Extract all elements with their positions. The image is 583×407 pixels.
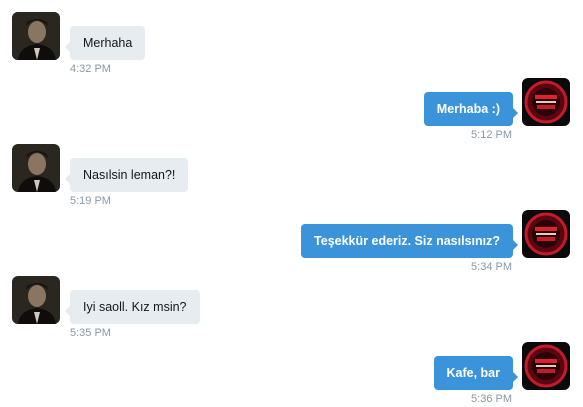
red-logo-avatar[interactable] (522, 78, 570, 126)
user-portrait-avatar[interactable] (12, 276, 60, 324)
message-timestamp: 5:12 PM (471, 129, 512, 141)
user-portrait-avatar[interactable] (12, 144, 60, 192)
message-bubble[interactable]: Iyi saoll. Kız msin? (65, 290, 200, 324)
message-bubble[interactable]: Merhaba :) (423, 92, 519, 126)
red-logo-avatar[interactable] (522, 210, 570, 258)
message-timestamp: 4:32 PM (70, 63, 111, 75)
message-bubble[interactable]: Nasılsin leman?! (64, 158, 189, 192)
message-bubble[interactable]: Merhaha (64, 26, 146, 60)
message-sent: Kafe, bar 5:36 PM (0, 342, 583, 407)
user-portrait-avatar[interactable] (12, 12, 60, 60)
chat-thread: Merhaha 4:32 PM Merhaba :) 5:12 PM Nasıl… (0, 0, 583, 407)
red-logo-avatar[interactable] (522, 342, 570, 390)
message-timestamp: 5:35 PM (70, 327, 111, 339)
message-bubble[interactable]: Teşekkür ederiz. Siz nasılsınız? (301, 224, 518, 258)
message-bubble[interactable]: Kafe, bar (433, 356, 518, 390)
message-timestamp: 5:36 PM (471, 393, 512, 405)
message-timestamp: 5:19 PM (70, 195, 111, 207)
message-timestamp: 5:34 PM (471, 261, 512, 273)
